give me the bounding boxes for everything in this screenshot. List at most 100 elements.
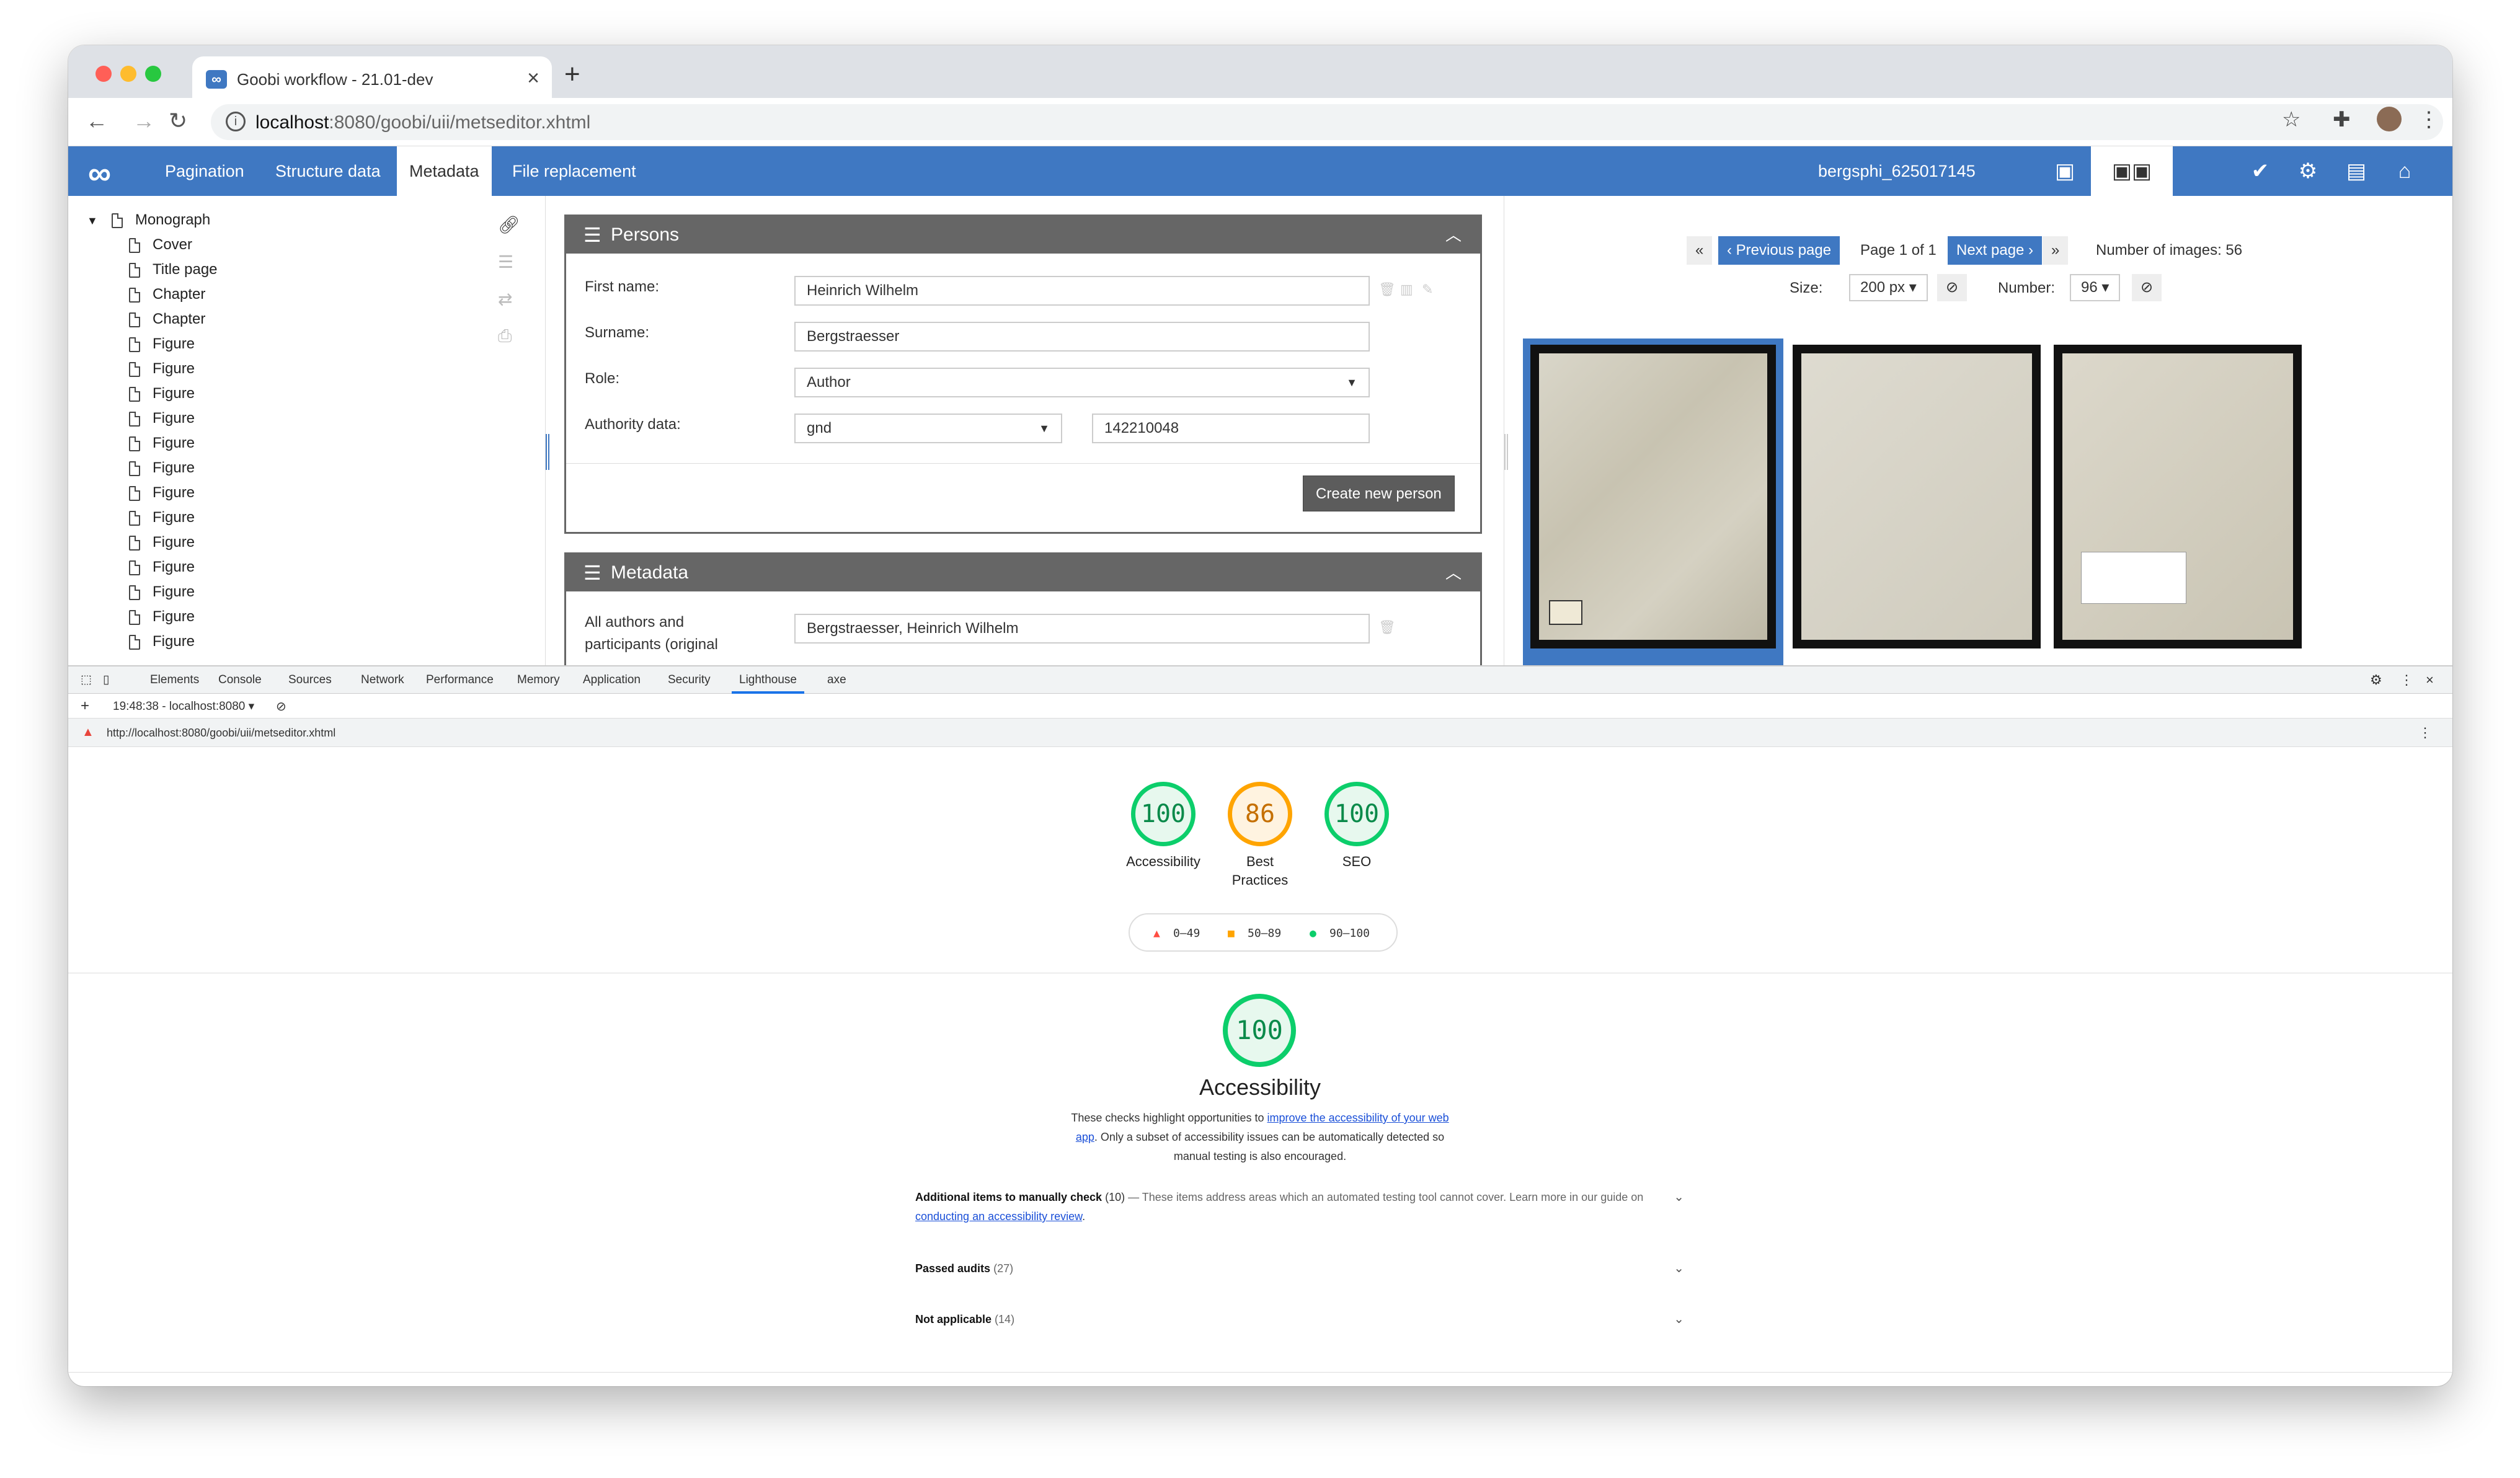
tree-item[interactable]: Title page xyxy=(129,261,218,278)
swap-arrows-icon[interactable]: ⇄ xyxy=(498,289,512,309)
collapse-chevron-icon[interactable]: ︿ xyxy=(1445,554,1462,591)
devtools-tab[interactable]: Memory xyxy=(510,666,567,694)
size-select[interactable]: 200 px ▾ xyxy=(1849,274,1928,301)
tree-item[interactable]: Chapter xyxy=(129,286,205,303)
close-tab-icon[interactable]: × xyxy=(527,66,539,91)
back-icon[interactable]: ← xyxy=(86,108,108,134)
barcode-icon[interactable]: ▥ xyxy=(1400,281,1413,298)
passed-audits-group[interactable]: Passed audits (27) ⌄ xyxy=(915,1259,1684,1278)
first-name-field[interactable]: Heinrich Wilhelm xyxy=(794,276,1370,306)
collapse-caret-icon[interactable]: ▼ xyxy=(87,215,98,227)
expand-chevron-icon[interactable]: ⌄ xyxy=(1674,1188,1684,1207)
tree-item[interactable]: Figure xyxy=(129,459,195,477)
accessibility-review-link[interactable]: conducting an accessibility review xyxy=(915,1210,1082,1223)
tree-item[interactable]: Figure xyxy=(129,410,195,427)
check-icon[interactable]: ✔ xyxy=(2242,146,2279,196)
forward-icon[interactable]: → xyxy=(133,108,155,134)
zoom-window-button[interactable] xyxy=(145,66,161,82)
save-icon[interactable]: ▤ xyxy=(2338,146,2375,196)
number-select[interactable]: 96 ▾ xyxy=(2070,274,2121,301)
next-page-button[interactable]: Next page › xyxy=(1948,236,2043,265)
devtools-tab[interactable]: Application xyxy=(575,666,648,694)
dual-image-icon[interactable]: ▣▣ xyxy=(2091,146,2173,196)
home-icon[interactable]: ⌂ xyxy=(2386,146,2423,196)
device-toolbar-icon[interactable]: ▯ xyxy=(95,666,117,694)
tab-structure-data[interactable]: Structure data xyxy=(263,146,393,196)
report-menu-icon[interactable]: ⋮ xyxy=(2418,725,2432,741)
page-thumbnail[interactable] xyxy=(1793,345,2041,648)
devtools-settings-icon[interactable]: ⚙ xyxy=(2362,666,2390,694)
manual-checks-group[interactable]: Additional items to manually check (10) … xyxy=(915,1188,1684,1226)
tree-item[interactable]: Chapter xyxy=(129,311,205,328)
close-window-button[interactable] xyxy=(95,66,112,82)
expand-chevron-icon[interactable]: ⌄ xyxy=(1674,1259,1684,1278)
seo-score-gauge[interactable]: 100 xyxy=(1324,782,1389,846)
tree-root[interactable]: ▼ Monograph xyxy=(87,211,210,229)
resize-handle[interactable] xyxy=(1504,434,1508,470)
tree-item[interactable]: Figure xyxy=(129,484,195,502)
tree-item[interactable]: Figure xyxy=(129,435,195,452)
report-selector[interactable]: 19:48:38 - localhost:8080 ▾ xyxy=(113,699,254,714)
bookmark-star-icon[interactable]: ☆ xyxy=(2282,107,2300,132)
tree-item[interactable]: Figure xyxy=(129,583,195,601)
tree-item[interactable]: Figure xyxy=(129,534,195,551)
devtools-tab[interactable]: Network xyxy=(353,666,412,694)
tree-item[interactable]: Figure xyxy=(129,633,195,650)
report-url[interactable]: http://localhost:8080/goobi/uii/metsedit… xyxy=(107,727,335,740)
minimize-window-button[interactable] xyxy=(120,66,136,82)
image-icon[interactable]: ▣ xyxy=(2046,146,2083,196)
browser-menu-icon[interactable]: ⋮ xyxy=(2418,107,2439,132)
devtools-menu-icon[interactable]: ⋮ xyxy=(2392,666,2421,694)
delete-icon[interactable]: 🗑︎ xyxy=(1378,281,1396,298)
authors-field[interactable]: Bergstraesser, Heinrich Wilhelm xyxy=(794,614,1370,644)
address-bar[interactable]: i localhost:8080/goobi/uii/metseditor.xh… xyxy=(211,104,2443,140)
best-practices-score-gauge[interactable]: 86 xyxy=(1228,782,1292,846)
settings-gear-icon[interactable]: ⚙ xyxy=(2289,146,2327,196)
tree-item[interactable]: Figure xyxy=(129,385,195,402)
authority-id-field[interactable]: 142210048 xyxy=(1092,414,1370,443)
devtools-tab[interactable]: Elements xyxy=(143,666,206,694)
tree-item[interactable]: Figure xyxy=(129,335,195,353)
page-thumbnail[interactable] xyxy=(1530,345,1776,648)
tab-metadata[interactable]: Metadata xyxy=(397,146,492,196)
devtools-tab[interactable]: Console xyxy=(211,666,269,694)
surname-field[interactable]: Bergstraesser xyxy=(794,322,1370,352)
new-report-icon[interactable]: + xyxy=(81,697,89,715)
last-page-button[interactable]: » xyxy=(2043,236,2069,265)
create-new-person-button[interactable]: Create new person xyxy=(1303,476,1455,511)
extensions-puzzle-icon[interactable]: ✚ xyxy=(2333,107,2351,132)
tree-item[interactable]: Figure xyxy=(129,608,195,626)
expand-chevron-icon[interactable]: ⌄ xyxy=(1674,1310,1684,1329)
goobi-logo-icon[interactable]: ∞ xyxy=(88,155,111,192)
reload-icon[interactable]: ↻ xyxy=(169,108,187,134)
clear-reports-icon[interactable]: ⊘ xyxy=(276,699,286,714)
tab-pagination[interactable]: Pagination xyxy=(153,146,257,196)
tree-item[interactable]: Cover xyxy=(129,236,192,254)
devtools-tab[interactable]: axe xyxy=(820,666,854,694)
persons-panel-header[interactable]: ☰ Persons ︿ xyxy=(566,216,1480,254)
site-info-icon[interactable]: i xyxy=(226,112,246,131)
previous-page-button[interactable]: ‹ Previous page xyxy=(1718,236,1840,265)
size-apply-icon[interactable]: ⊘ xyxy=(1937,274,1968,301)
devtools-tab[interactable]: Performance xyxy=(419,666,501,694)
accessibility-score-gauge[interactable]: 100 xyxy=(1131,782,1196,846)
devtools-tab-lighthouse[interactable]: Lighthouse xyxy=(732,666,804,694)
link-icon[interactable]: 🔗︎ xyxy=(498,215,520,235)
print-icon[interactable]: ⎙ xyxy=(498,326,512,347)
number-apply-icon[interactable]: ⊘ xyxy=(2132,274,2162,301)
collapse-chevron-icon[interactable]: ︿ xyxy=(1445,216,1462,254)
first-page-button[interactable]: « xyxy=(1687,236,1713,265)
metadata-panel-header[interactable]: ☰ Metadata ︿ xyxy=(566,554,1480,591)
list-icon[interactable]: ☰ xyxy=(498,252,513,272)
devtools-tab[interactable]: Sources xyxy=(281,666,339,694)
resize-handle[interactable] xyxy=(546,434,549,470)
new-tab-icon[interactable]: + xyxy=(564,59,580,90)
tab-file-replacement[interactable]: File replacement xyxy=(500,146,649,196)
not-applicable-group[interactable]: Not applicable (14) ⌄ xyxy=(915,1310,1684,1329)
authority-source-select[interactable]: gnd ▼ xyxy=(794,414,1062,443)
tree-item[interactable]: Figure xyxy=(129,360,195,378)
browser-tab[interactable]: ∞ Goobi workflow - 21.01-dev × xyxy=(192,56,552,98)
devtools-tab[interactable]: Security xyxy=(660,666,718,694)
page-thumbnail[interactable] xyxy=(2054,345,2302,648)
role-select[interactable]: Author ▼ xyxy=(794,368,1370,397)
